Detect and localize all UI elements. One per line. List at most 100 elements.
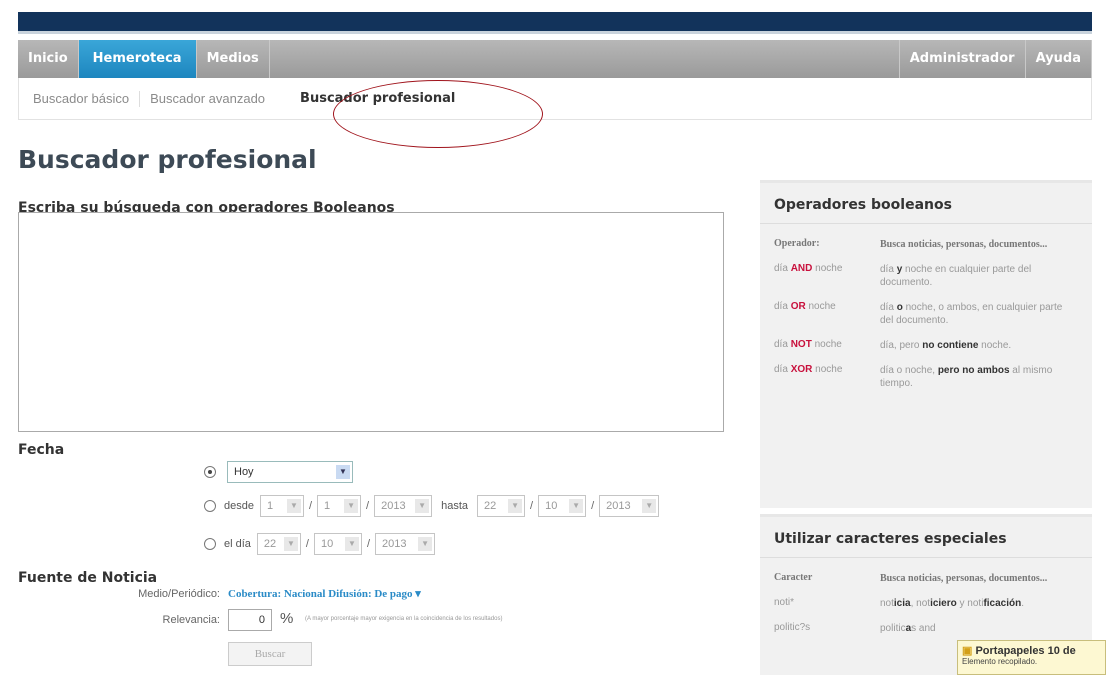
date-separator: /: [530, 500, 534, 512]
operators-panel: Operadores booleanos Operador: Busca not…: [760, 180, 1092, 508]
chevron-down-icon: ▼: [415, 499, 430, 513]
op-word: noche: [815, 364, 843, 375]
char-desc: not: [880, 598, 894, 609]
buscar-button[interactable]: Buscar: [228, 642, 312, 666]
radio-range[interactable]: [204, 500, 216, 512]
chevron-down-icon: ▼: [418, 537, 433, 551]
relevancia-note: (A mayor porcentaje mayor exigencia en l…: [305, 616, 503, 622]
desde-label: desde: [224, 500, 254, 512]
nav-medios[interactable]: Medios: [197, 40, 270, 78]
op-desc-bold: pero no ambos: [937, 365, 1010, 376]
desde-day-select[interactable]: 1 ▼: [259, 495, 304, 517]
main-nav: Inicio Hemeroteca Medios Administrador A…: [18, 40, 1092, 78]
operator-row: día NOT noche día, pero no contiene noch…: [774, 333, 1078, 358]
op-desc-bold: y: [896, 264, 903, 275]
char-desc: , not: [910, 598, 931, 609]
divider: [275, 91, 276, 107]
hasta-month-select[interactable]: 10 ▼: [538, 495, 587, 517]
page-title: Buscador profesional: [18, 145, 317, 174]
nav-administrador[interactable]: Administrador: [900, 40, 1026, 78]
operator-row: día XOR noche día o noche, pero no ambos…: [774, 358, 1078, 396]
operators-head-col2: Busca noticias, personas, documentos...: [880, 239, 1048, 250]
sub-nav: Buscador básico Buscador avanzado Buscad…: [18, 78, 1092, 120]
top-banner: [18, 12, 1092, 34]
percent-sign: %: [280, 610, 294, 627]
chevron-down-icon: ▼: [569, 499, 584, 513]
special-chars-table: Caracter Busca noticias, personas, docum…: [760, 558, 1092, 649]
chevron-down-icon: ▼: [283, 537, 298, 551]
dia-day-value: 22: [263, 538, 277, 550]
chevron-down-icon: ▼: [508, 499, 523, 513]
char-desc: y noti: [956, 598, 984, 609]
op-word: día: [774, 339, 788, 350]
dia-year-value: 2013: [382, 538, 407, 550]
tab-buscador-basico[interactable]: Buscador básico: [33, 91, 129, 106]
op-desc: día: [880, 264, 894, 275]
dia-year-select[interactable]: 2013 ▼: [375, 533, 436, 555]
char-row: noti* noticia, noticiero y notificación.: [774, 591, 1078, 616]
op-word: noche: [808, 301, 836, 312]
op-desc-bold: no contiene: [922, 340, 979, 351]
fecha-label: Fecha: [18, 442, 65, 458]
char-example: politic?s: [774, 622, 811, 633]
dia-month-select[interactable]: 10 ▼: [313, 533, 362, 555]
date-separator: /: [366, 500, 370, 512]
relevancia-input[interactable]: 0: [228, 609, 272, 631]
operators-header: Operador: Busca noticias, personas, docu…: [774, 232, 1078, 257]
op-desc: noche en cualquier parte del documento.: [880, 264, 1032, 288]
operators-table: Operador: Busca noticias, personas, docu…: [760, 224, 1092, 404]
char-desc: s and: [911, 623, 936, 634]
query-textarea[interactable]: [18, 212, 724, 432]
fecha-row-range: desde 1 ▼ / 1 ▼ / 2013 ▼ hasta 22 ▼ / 10 ▼ / …: [204, 495, 662, 517]
op-keyword: XOR: [790, 364, 813, 375]
chevron-down-icon: ▼: [642, 499, 657, 513]
toast-body: Elemento recopilado.: [962, 657, 1038, 666]
hasta-label: hasta: [441, 500, 469, 512]
radio-preset[interactable]: [204, 466, 216, 478]
chars-head-col1: Caracter: [774, 572, 813, 583]
clipboard-toast[interactable]: ▣ Portapapeles 10 de Elemento recopilado…: [957, 640, 1106, 675]
char-example: noti*: [774, 597, 795, 608]
op-keyword: NOT: [790, 339, 812, 350]
radio-dia[interactable]: [204, 538, 216, 550]
op-word: día: [774, 364, 788, 375]
op-keyword: OR: [790, 301, 806, 312]
hasta-year-select[interactable]: 2013 ▼: [599, 495, 660, 517]
hasta-year-value: 2013: [606, 500, 631, 512]
date-separator: /: [366, 538, 371, 550]
hasta-day-value: 22: [484, 500, 497, 512]
nav-hemeroteca[interactable]: Hemeroteca: [78, 40, 197, 78]
desde-month-select[interactable]: 1 ▼: [317, 495, 362, 517]
clipboard-icon: ▣: [962, 645, 973, 657]
chevron-down-icon: ▼: [286, 499, 301, 513]
char-desc: .: [1021, 598, 1025, 609]
operators-title: Operadores booleanos: [760, 183, 1092, 224]
hasta-day-select[interactable]: 22 ▼: [477, 495, 526, 517]
desde-month-value: 1: [324, 500, 331, 512]
preset-select[interactable]: Hoy ▼: [227, 461, 353, 483]
nav-ayuda[interactable]: Ayuda: [1026, 40, 1092, 78]
chars-head-col2: Busca noticias, personas, documentos...: [880, 573, 1048, 584]
char-desc: politic: [880, 623, 906, 634]
chars-header: Caracter Busca noticias, personas, docum…: [774, 566, 1078, 591]
operators-head-col1: Operador:: [774, 238, 820, 249]
fecha-row-preset: Hoy ▼: [204, 461, 356, 483]
hasta-month-value: 10: [545, 500, 558, 512]
dia-month-value: 10: [320, 538, 334, 550]
preset-value: Hoy: [234, 466, 254, 478]
dia-label: el día: [224, 538, 251, 550]
medio-dropdown[interactable]: Cobertura: Nacional Difusión: De pago ▾: [228, 587, 421, 600]
op-desc: día o noche,: [880, 365, 936, 376]
toast-title: Portapapeles 10 de: [975, 645, 1076, 657]
char-desc-bold: ficación: [983, 598, 1022, 609]
op-desc: noche, o ambos, en cualquier parte del d…: [880, 302, 1063, 326]
fecha-row-dia: el día 22 ▼ / 10 ▼ / 2013 ▼: [204, 533, 438, 555]
highlight-circle-annotation: [333, 80, 543, 148]
date-separator: /: [305, 538, 309, 550]
dia-day-select[interactable]: 22 ▼: [256, 533, 301, 555]
nav-inicio[interactable]: Inicio: [18, 40, 79, 78]
desde-year-select[interactable]: 2013 ▼: [374, 495, 433, 517]
tab-buscador-avanzado[interactable]: Buscador avanzado: [150, 91, 265, 106]
date-separator: /: [591, 500, 595, 512]
medio-label: Medio/Periódico:: [138, 588, 220, 600]
